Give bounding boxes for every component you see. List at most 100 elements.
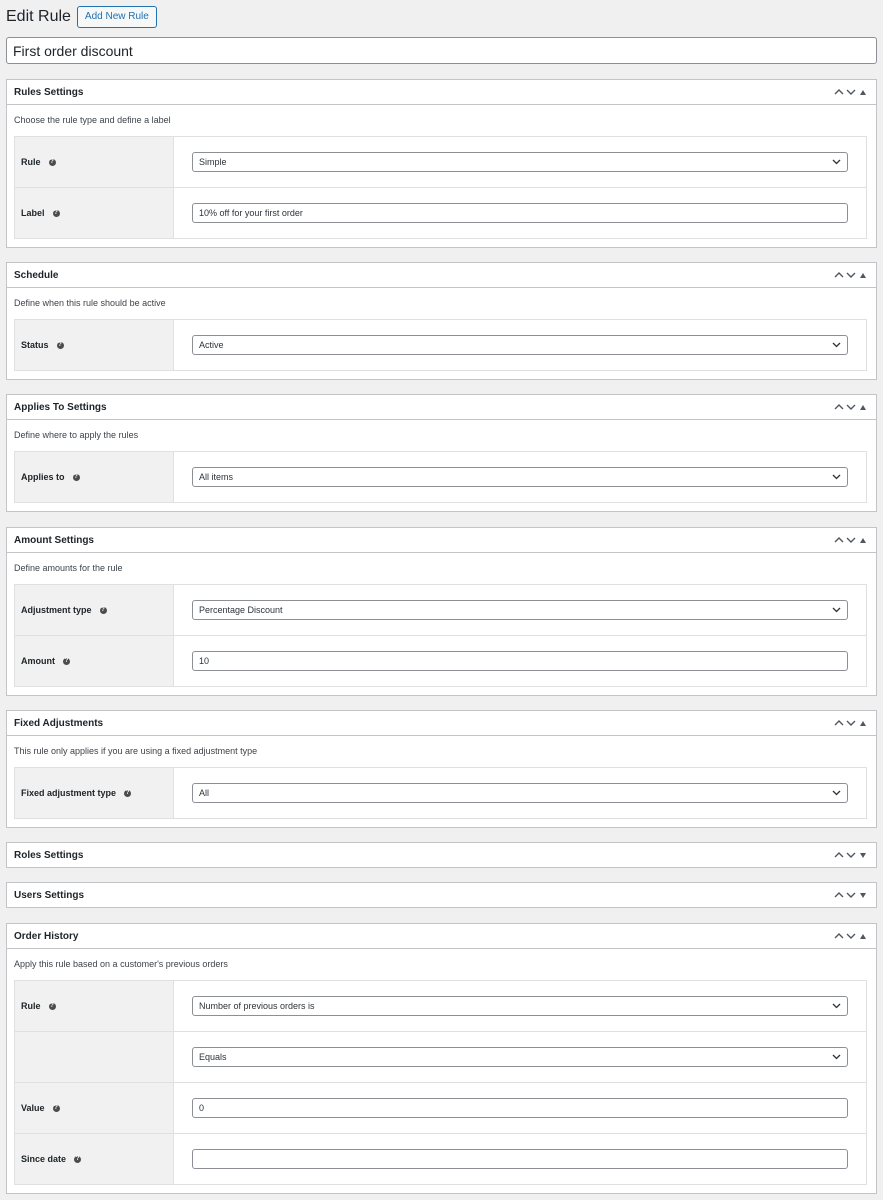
rule-type-select[interactable]: Simple (192, 152, 848, 172)
settings-row: Value? 0 (15, 1082, 866, 1133)
field-label: Adjustment type? (15, 585, 174, 635)
input-value: 10 (199, 656, 210, 666)
postbox-title: Applies To Settings (14, 401, 107, 413)
postbox-header: Rules Settings (7, 80, 876, 105)
question-circle-icon[interactable]: ? (56, 341, 64, 349)
field-label: Amount? (15, 636, 174, 686)
chevron-down-icon (832, 1003, 841, 1009)
question-circle-icon[interactable]: ? (52, 209, 60, 217)
question-circle-icon[interactable]: ? (74, 1155, 82, 1163)
postbox-title: Roles Settings (14, 849, 84, 861)
amount-input[interactable]: 10 (192, 651, 848, 671)
question-circle-icon[interactable]: ? (52, 1104, 60, 1112)
postbox-description: Choose the rule type and define a label (14, 115, 171, 125)
postbox-header: Schedule (7, 263, 876, 288)
chevron-down-icon (832, 159, 841, 165)
chevron-up-icon[interactable] (833, 888, 844, 902)
add-new-rule-button[interactable]: Add New Rule (76, 6, 157, 28)
field-label-text: Value (21, 1103, 45, 1113)
field-label: Status? (15, 320, 174, 370)
question-circle-icon[interactable]: ? (124, 789, 132, 797)
chevron-down-icon (832, 790, 841, 796)
postbox-header: Order History (7, 924, 876, 949)
triangle-down-icon[interactable] (857, 888, 869, 902)
settings-row: Rule? Simple (15, 137, 866, 187)
chevron-down-icon (832, 607, 841, 613)
chevron-down-icon[interactable] (845, 888, 856, 902)
postbox-header[interactable]: Users Settings (7, 883, 876, 907)
page-title: Edit Rule (6, 8, 71, 25)
postbox-description: Define where to apply the rules (14, 430, 139, 440)
history-value-input[interactable]: 0 (192, 1098, 848, 1118)
chevron-down-icon[interactable] (845, 533, 856, 547)
settings-table: Status? Active (14, 319, 867, 371)
chevron-up-icon[interactable] (833, 929, 844, 943)
question-circle-icon[interactable]: ? (48, 1002, 56, 1010)
chevron-up-icon[interactable] (833, 400, 844, 414)
question-circle-icon[interactable]: ? (63, 657, 70, 665)
triangle-up-icon[interactable] (857, 929, 869, 943)
select-value: All items (199, 472, 234, 482)
postbox-header[interactable]: Roles Settings (7, 843, 876, 867)
select-value: Equals (199, 1052, 227, 1062)
triangle-up-icon[interactable] (857, 400, 869, 414)
settings-row: Status? Active (15, 320, 866, 370)
since-date-input[interactable] (192, 1149, 848, 1169)
field-label-text: Rule (21, 157, 41, 167)
triangle-down-icon[interactable] (857, 848, 869, 862)
postbox-schedule: Schedule Define when this rule should be… (6, 262, 877, 380)
chevron-up-icon[interactable] (833, 848, 844, 862)
select-value: All (199, 788, 210, 798)
chevron-down-icon[interactable] (845, 716, 856, 730)
applies-to-select[interactable]: All items (192, 467, 848, 487)
settings-row: Adjustment type? Percentage Discount (15, 585, 866, 635)
chevron-up-icon[interactable] (833, 268, 844, 282)
triangle-up-icon[interactable] (857, 716, 869, 730)
postbox-description: Define amounts for the rule (14, 563, 123, 573)
postbox-header: Applies To Settings (7, 395, 876, 420)
settings-row: Fixed adjustment type? All (15, 768, 866, 818)
chevron-down-icon[interactable] (845, 400, 856, 414)
postbox-description: This rule only applies if you are using … (14, 746, 258, 756)
chevron-up-icon[interactable] (833, 85, 844, 99)
adjustment-type-select[interactable]: Percentage Discount (192, 600, 848, 620)
question-circle-icon[interactable]: ? (48, 158, 56, 166)
chevron-down-icon[interactable] (845, 268, 856, 282)
postbox-title: Fixed Adjustments (14, 717, 104, 729)
settings-table: Fixed adjustment type? All (14, 767, 867, 819)
select-value: Simple (199, 157, 227, 167)
chevron-down-icon[interactable] (845, 85, 856, 99)
settings-row: Label? 10% off for your first order (15, 187, 866, 238)
field-label: Value? (15, 1083, 174, 1133)
chevron-down-icon[interactable] (845, 929, 856, 943)
history-comparison-select[interactable]: Equals (192, 1047, 848, 1067)
triangle-up-icon[interactable] (857, 268, 869, 282)
triangle-up-icon[interactable] (857, 85, 869, 99)
postbox-users-settings: Users Settings (6, 882, 877, 908)
page-header: Edit Rule Add New Rule (6, 6, 157, 28)
status-select[interactable]: Active (192, 335, 848, 355)
chevron-up-icon[interactable] (833, 716, 844, 730)
chevron-up-icon[interactable] (833, 533, 844, 547)
field-label-text: Adjustment type (21, 605, 92, 615)
field-label: Fixed adjustment type? (15, 768, 174, 818)
postbox-description: Define when this rule should be active (14, 298, 166, 308)
question-circle-icon[interactable]: ? (72, 473, 80, 481)
triangle-up-icon[interactable] (857, 533, 869, 547)
rule-title-input[interactable] (6, 37, 877, 64)
fixed-adjustment-type-select[interactable]: All (192, 783, 848, 803)
settings-row: Equals (15, 1031, 866, 1082)
chevron-down-icon (832, 1054, 841, 1060)
rule-label-input[interactable]: 10% off for your first order (192, 203, 848, 223)
field-label-text: Rule (21, 1001, 41, 1011)
postbox-title: Order History (14, 930, 79, 942)
chevron-down-icon (832, 474, 841, 480)
field-label: Rule? (15, 981, 174, 1031)
settings-table: Rule? Simple Label? 10% off for your fir… (14, 136, 867, 239)
history-rule-select[interactable]: Number of previous orders is (192, 996, 848, 1016)
postbox-title: Users Settings (14, 889, 85, 901)
chevron-down-icon[interactable] (845, 848, 856, 862)
settings-table: Applies to? All items (14, 451, 867, 503)
question-circle-icon[interactable]: ? (99, 606, 107, 614)
field-label-text: Status (21, 340, 49, 350)
